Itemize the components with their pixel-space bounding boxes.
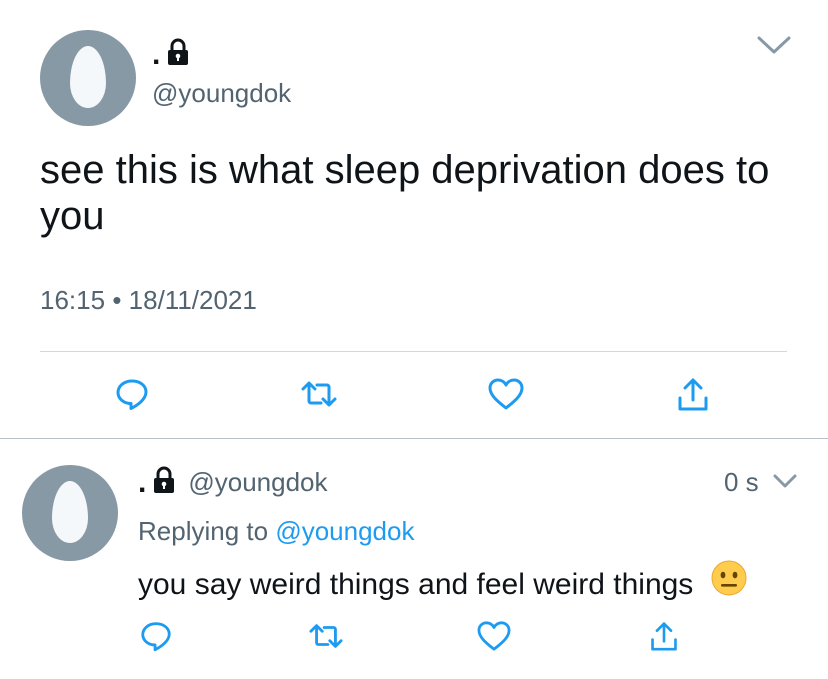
author-handle[interactable]: @youngdok (188, 467, 327, 498)
share-button[interactable] (673, 376, 713, 416)
replying-to: Replying to @youngdok (138, 516, 414, 547)
display-name[interactable]: . (138, 467, 146, 498)
avatar[interactable] (22, 465, 118, 561)
default-egg-avatar-icon (70, 46, 106, 108)
reply-icon (114, 376, 150, 417)
share-icon (676, 376, 710, 417)
tweet-timestamp[interactable]: 16:15 • 18/11/2021 (40, 285, 257, 316)
like-button[interactable] (486, 376, 526, 416)
timestamp-separator: • (112, 285, 122, 315)
author-name-row: . @youngdok (138, 466, 328, 499)
display-name[interactable]: . (152, 39, 160, 70)
share-button[interactable] (644, 618, 684, 658)
reply-icon (139, 619, 173, 658)
heart-icon (476, 620, 512, 657)
tweet-time: 16:15 (40, 285, 106, 315)
replying-to-mention[interactable]: @youngdok (275, 516, 414, 546)
default-egg-avatar-icon (52, 481, 88, 543)
share-icon (649, 620, 679, 657)
reply-button[interactable] (112, 376, 152, 416)
lock-icon (166, 38, 190, 71)
replying-to-label: Replying to (138, 516, 269, 546)
avatar[interactable] (40, 30, 136, 126)
retweet-button[interactable] (299, 376, 339, 416)
like-button[interactable] (474, 618, 514, 658)
tweet-time-ago[interactable]: 0 s (724, 467, 759, 498)
main-tweet: . @youngdok see this is what sleep depri… (0, 0, 828, 438)
heart-icon (487, 377, 525, 416)
author-handle[interactable]: @youngdok (152, 78, 291, 109)
retweet-icon (299, 376, 339, 417)
author-name-row: . (152, 38, 190, 71)
neutral-face-emoji-icon (710, 559, 748, 607)
reply-text-row: you say weird things and feel weird thin… (138, 560, 748, 607)
lock-icon (152, 466, 176, 499)
chevron-down-icon[interactable] (756, 34, 792, 61)
retweet-icon (307, 619, 345, 658)
tweet-text: you say weird things and feel weird thin… (138, 567, 694, 601)
divider (40, 351, 787, 352)
chevron-down-icon[interactable] (772, 472, 798, 495)
reply-button[interactable] (136, 618, 176, 658)
retweet-button[interactable] (306, 618, 346, 658)
tweet-text: see this is what sleep deprivation does … (40, 148, 770, 238)
tweet-date: 18/11/2021 (128, 285, 257, 315)
tweet-divider (0, 438, 828, 439)
